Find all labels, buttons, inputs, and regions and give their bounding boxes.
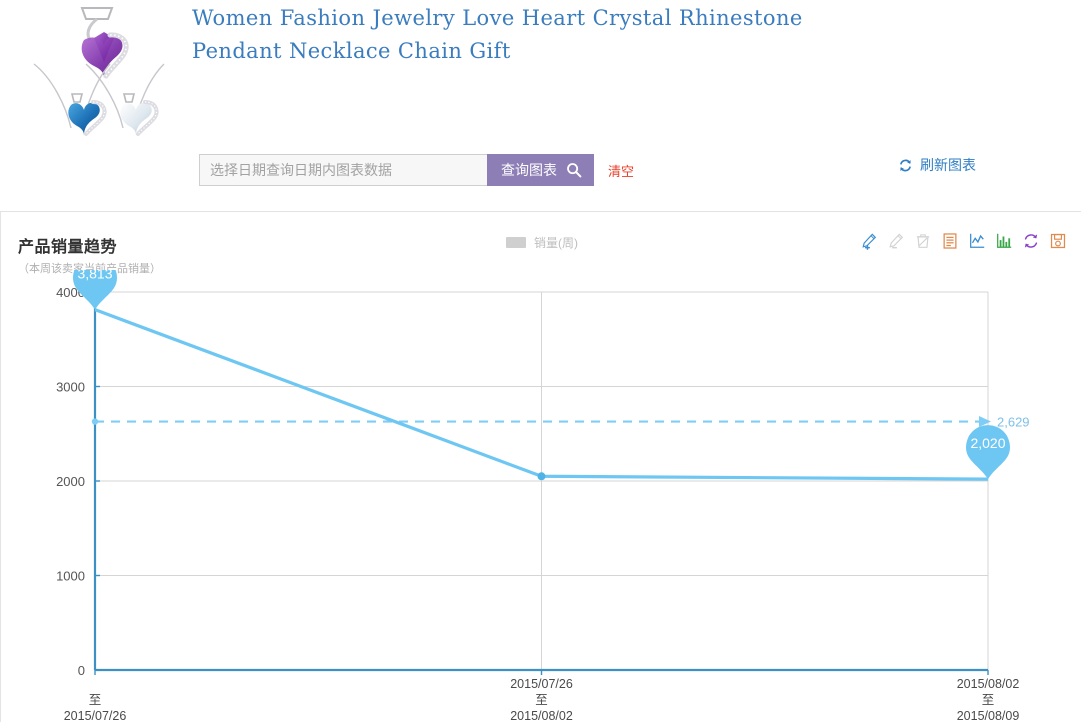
refresh-cycle-icon[interactable] (1022, 232, 1040, 250)
pencil-add-icon[interactable] (860, 232, 878, 250)
x-tick-label: 2015/08/09 (957, 709, 1020, 722)
refresh-chart-label: 刷新图表 (920, 157, 976, 173)
y-tick-label: 1000 (56, 569, 85, 584)
legend-label: 销量(周) (534, 236, 578, 250)
bar-chart-icon[interactable] (995, 232, 1013, 250)
clear-link[interactable]: 清空 (608, 161, 634, 180)
x-tick-label: 2015/08/02 (510, 709, 573, 722)
trash-icon[interactable] (914, 232, 932, 250)
x-tick-label: 至 (89, 693, 102, 707)
average-line-start-dot (91, 418, 99, 425)
chart-toolbar (860, 232, 1067, 250)
date-range-input[interactable] (199, 154, 487, 186)
sales-trend-line-chart: 010002000300040002,6293,8132,020至2015/07… (56, 270, 1030, 722)
search-icon (567, 163, 582, 178)
header-divider (0, 211, 1081, 212)
product-title: Women Fashion Jewelry Love Heart Crystal… (192, 6, 810, 63)
y-tick-label: 2000 (56, 474, 85, 489)
save-icon[interactable] (1049, 232, 1067, 250)
product-image-svg (33, 7, 165, 136)
chart-title: 产品销量趋势 (18, 239, 118, 256)
x-tick-label: 至 (982, 693, 995, 707)
data-point-pin[interactable] (966, 425, 1010, 480)
query-bar: 查询图表 清空 (199, 154, 634, 186)
data-point-label: 3,813 (77, 270, 112, 282)
query-chart-button[interactable]: 查询图表 (487, 154, 594, 186)
data-point-label: 2,020 (970, 435, 1005, 451)
document-icon[interactable] (941, 232, 959, 250)
chart-plot: 0 1000 2000 3000 4000 2,629 3,813 2,020 至 2015/07… (0, 270, 1081, 722)
y-tick-label: 0 (78, 663, 85, 678)
refresh-chart-link[interactable]: 刷新图表 (898, 155, 976, 175)
product-image (24, 2, 169, 154)
x-tick-label: 2015/07/26 (64, 709, 127, 722)
x-tick-label: 2015/08/02 (957, 677, 1020, 691)
x-tick-label: 2015/07/26 (510, 677, 573, 691)
query-chart-label: 查询图表 (501, 162, 557, 178)
page-root: Women Fashion Jewelry Love Heart Crystal… (0, 0, 1081, 722)
chart-legend[interactable]: 销量(周) (506, 234, 578, 251)
refresh-icon (900, 159, 911, 171)
pencil-remove-icon[interactable] (887, 232, 905, 250)
average-line-label: 2,629 (997, 415, 1030, 430)
line-chart-icon[interactable] (968, 232, 986, 250)
y-tick-label: 3000 (56, 380, 85, 395)
data-point-marker[interactable] (537, 472, 546, 481)
x-tick-label: 至 (535, 693, 548, 707)
legend-swatch (506, 237, 526, 248)
